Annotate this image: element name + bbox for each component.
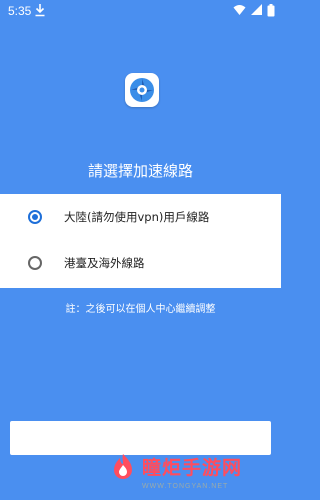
radio-unchecked[interactable] xyxy=(28,256,42,270)
status-time: 5:35 xyxy=(8,4,32,18)
route-option-mainland[interactable]: 大陸(請勿使用vpn)用戶線路 xyxy=(0,196,281,240)
watermark-url: WWW.TONGYAN.NET xyxy=(142,483,229,490)
dialog-title: 請選擇加速線路 xyxy=(87,162,193,180)
battery-icon xyxy=(267,3,275,16)
route-option-label: 港臺及海外線路 xyxy=(64,256,145,270)
route-option-label: 大陸(請勿使用vpn)用戶線路 xyxy=(64,210,210,224)
settings-note: 註：之後可以在個人中心繼續調整 xyxy=(65,304,216,315)
status-bar: 5:35 xyxy=(0,0,281,22)
wifi-icon xyxy=(233,5,246,15)
watermark-brand: 瞳炬手游网 xyxy=(142,457,243,479)
watermark: 瞳炬手游网 WWW.TONGYAN.NET xyxy=(108,452,278,496)
app-logo-icon xyxy=(125,73,159,107)
cell-signal-icon xyxy=(251,4,262,15)
route-option-overseas[interactable]: 港臺及海外線路 xyxy=(0,242,281,286)
download-icon xyxy=(35,4,45,17)
radio-checked[interactable] xyxy=(28,210,42,224)
flame-icon xyxy=(114,454,132,479)
confirm-button[interactable] xyxy=(10,421,271,455)
route-options-panel: 大陸(請勿使用vpn)用戶線路 港臺及海外線路 xyxy=(0,194,281,288)
status-icons xyxy=(233,3,275,17)
